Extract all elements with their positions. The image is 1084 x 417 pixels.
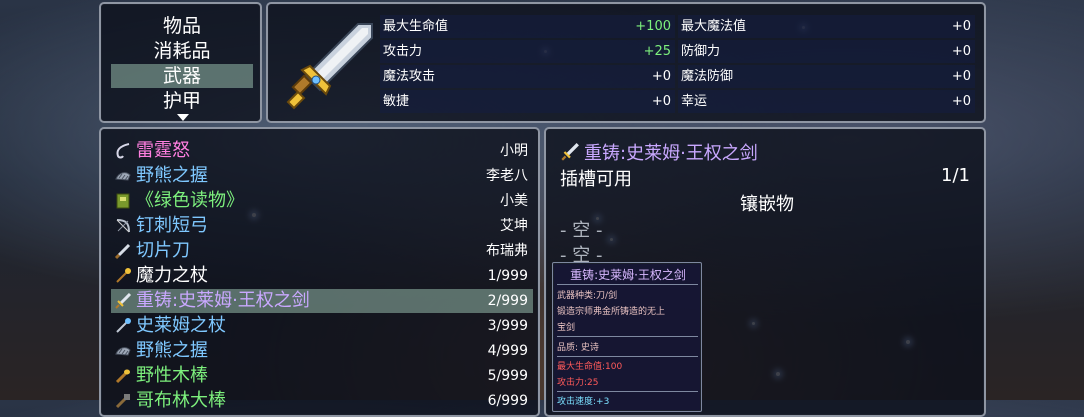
- item-name: 野熊之握: [136, 340, 208, 361]
- item-count: 4/999: [487, 343, 528, 359]
- list-item[interactable]: 野性木棒 5/999: [111, 364, 533, 388]
- detail-title-text: 重铸:史莱姆·王权之剑: [584, 143, 758, 164]
- list-item[interactable]: 切片刀 布瑞弗: [111, 239, 533, 263]
- divider: [557, 391, 698, 392]
- list-item[interactable]: 雷霆怒 小明: [111, 139, 533, 163]
- divider: [557, 336, 698, 337]
- claw-icon: [115, 347, 131, 356]
- stat-value: +0: [951, 44, 971, 59]
- tooltip-stat-hp: 最大生命值:100: [557, 362, 623, 372]
- stat-value: +100: [635, 19, 671, 34]
- list-item-selected[interactable]: 重铸:史莱姆·王权之剑 2/999: [111, 289, 533, 313]
- list-item[interactable]: 魔力之杖 1/999: [111, 264, 533, 288]
- category-items[interactable]: 物品: [111, 14, 253, 38]
- detail-title: 重铸:史莱姆·王权之剑: [560, 139, 758, 165]
- scroll-down-arrow-icon[interactable]: [177, 114, 189, 121]
- claw-icon: [115, 172, 131, 181]
- staff-icon: [116, 268, 131, 283]
- tooltip-title: 重铸:史莱姆·王权之剑: [570, 268, 686, 282]
- knife-icon: [114, 243, 131, 260]
- tooltip-stat-attack: 攻击力:25: [557, 378, 599, 388]
- stat-label: 最大生命值: [383, 19, 449, 34]
- club-icon: [115, 369, 130, 384]
- sword-icon: [115, 292, 132, 309]
- list-item[interactable]: 野熊之握 李老八: [111, 164, 533, 188]
- tooltip-quality: 品质: 史诗: [557, 343, 599, 353]
- inlay-header: 镶嵌物: [740, 194, 794, 215]
- item-tooltip: 重铸:史莱姆·王权之剑 武器种类:刀/剑 锻造宗师弗金所铸造的无上 宝剑 品质:…: [552, 262, 702, 412]
- stat-value: +0: [951, 19, 971, 34]
- list-item[interactable]: 哥布林大棒 6/999: [111, 389, 533, 413]
- weapon-list-window: 雷霆怒 小明 野熊之握 李老八 《绿色读物》 小美 钉刺短弓 艾坤 切片刀 布瑞…: [99, 127, 540, 417]
- stat-row-magic-defense: 魔法防御 +0: [678, 65, 975, 88]
- item-owner: 小明: [500, 143, 528, 159]
- item-name: 《绿色读物》: [136, 190, 244, 211]
- stat-value: +25: [643, 44, 671, 59]
- divider: [557, 356, 698, 357]
- list-item[interactable]: 野熊之握 4/999: [111, 339, 533, 363]
- empty-slot[interactable]: - 空 -: [560, 216, 602, 242]
- book-icon: [116, 193, 130, 209]
- stat-row-luck: 幸运 +0: [678, 90, 975, 113]
- list-item[interactable]: 《绿色读物》 小美: [111, 189, 533, 213]
- item-count: 3/999: [487, 318, 528, 334]
- item-name: 野性木棒: [136, 365, 208, 386]
- stat-label: 防御力: [681, 44, 721, 59]
- item-name: 切片刀: [136, 240, 190, 261]
- category-weapons[interactable]: 武器: [111, 64, 253, 88]
- tooltip-description: 宝剑: [557, 323, 576, 333]
- item-name: 雷霆怒: [136, 140, 190, 161]
- item-count: 1/999: [487, 268, 528, 284]
- item-owner: 艾坤: [500, 218, 528, 234]
- wand-icon: [116, 318, 131, 333]
- item-owner: 小美: [500, 193, 528, 209]
- stat-label: 幸运: [681, 94, 708, 109]
- sword-icon: [286, 23, 373, 110]
- tooltip-stat-speed: 攻击速度:+3: [557, 397, 610, 407]
- item-name: 史莱姆之杖: [136, 315, 226, 336]
- list-item[interactable]: 史莱姆之杖 3/999: [111, 314, 533, 338]
- stat-row-max-mp: 最大魔法值 +0: [678, 15, 975, 38]
- stat-value: +0: [951, 94, 971, 109]
- item-owner: 李老八: [486, 168, 528, 184]
- stat-value: +0: [651, 69, 671, 84]
- category-consumables[interactable]: 消耗品: [111, 39, 253, 63]
- item-count: 5/999: [487, 368, 528, 384]
- item-count: 6/999: [487, 393, 528, 409]
- whip-icon: [116, 143, 130, 159]
- bow-icon: [116, 219, 130, 233]
- item-name: 魔力之杖: [136, 265, 208, 286]
- equip-status-window: 最大生命值 +100 攻击力 +25 魔法攻击 +0 敏捷 +0 最大魔法值 +…: [266, 2, 986, 123]
- item-name: 哥布林大棒: [136, 390, 226, 411]
- category-armor[interactable]: 护甲: [111, 89, 253, 113]
- stat-row-max-hp: 最大生命值 +100: [380, 15, 675, 38]
- hammer-icon: [115, 394, 130, 409]
- stat-value: +0: [951, 69, 971, 84]
- tooltip-weapon-type: 武器种类:刀/剑: [557, 291, 618, 301]
- item-name: 钉刺短弓: [136, 215, 208, 236]
- slot-available-label: 插槽可用: [560, 169, 632, 190]
- item-owner: 布瑞弗: [486, 243, 528, 259]
- tooltip-description: 锻造宗师弗金所铸造的无上: [557, 307, 666, 317]
- stat-label: 魔法攻击: [383, 69, 436, 84]
- stat-label: 最大魔法值: [681, 19, 747, 34]
- stat-label: 敏捷: [383, 94, 410, 109]
- stat-row-defense: 防御力 +0: [678, 40, 975, 63]
- stat-value: +0: [651, 94, 671, 109]
- stat-label: 魔法防御: [681, 69, 734, 84]
- stat-label: 攻击力: [383, 44, 423, 59]
- list-item[interactable]: 钉刺短弓 艾坤: [111, 214, 533, 238]
- item-name: 野熊之握: [136, 165, 208, 186]
- stat-row-agility: 敏捷 +0: [380, 90, 675, 113]
- stat-row-attack: 攻击力 +25: [380, 40, 675, 63]
- item-name: 重铸:史莱姆·王权之剑: [136, 290, 310, 311]
- stat-row-magic-attack: 魔法攻击 +0: [380, 65, 675, 88]
- divider: [557, 284, 698, 285]
- slot-count: 1/1: [941, 165, 970, 186]
- item-count: 2/999: [487, 293, 528, 309]
- category-menu: 物品 消耗品 武器 护甲: [99, 2, 262, 123]
- sword-icon: [561, 143, 579, 161]
